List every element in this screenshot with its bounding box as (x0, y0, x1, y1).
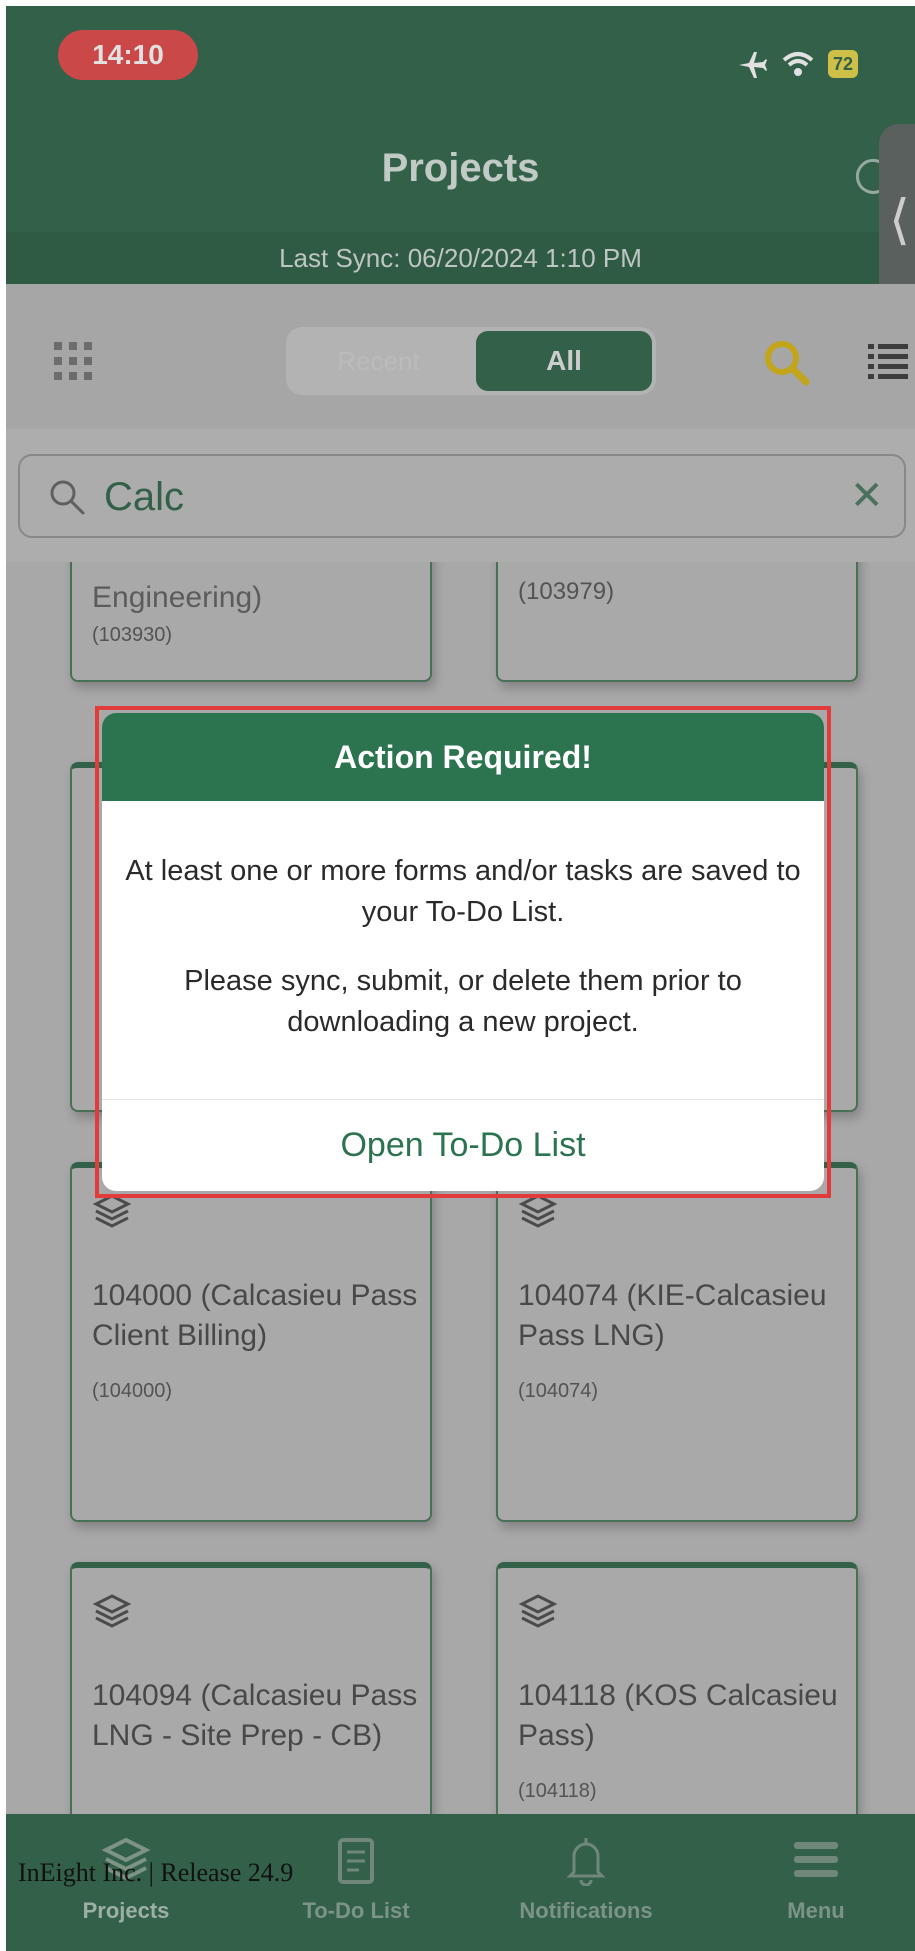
dialog-title: Action Required! (102, 713, 824, 801)
phone-screen: 14:10 72 Projects Last Sync: 06/20/2024 … (6, 6, 915, 1951)
open-todo-list-button[interactable]: Open To-Do List (102, 1100, 824, 1191)
action-required-dialog: Action Required! At least one or more fo… (102, 713, 824, 1191)
dialog-message: At least one or more forms and/or tasks … (125, 855, 801, 928)
dialog-message: Please sync, submit, or delete them prio… (184, 965, 742, 1038)
release-footer-note: InEight Inc. | Release 24.9 (18, 1858, 294, 1887)
